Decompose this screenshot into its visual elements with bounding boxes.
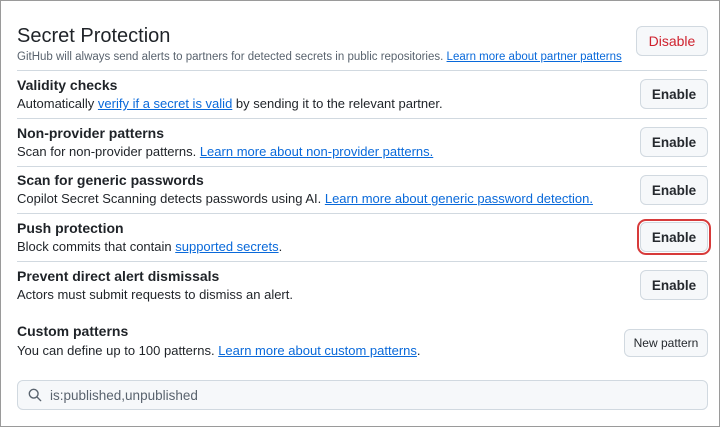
search-input[interactable] — [50, 387, 690, 403]
divider — [17, 261, 707, 262]
divider — [17, 70, 707, 71]
divider — [17, 118, 707, 119]
secret-protection-panel: Secret Protection GitHub will always sen… — [0, 0, 720, 427]
section-description-text: GitHub will always send alerts to partne… — [17, 51, 444, 63]
desc-text: You can define up to 100 patterns. — [17, 343, 219, 358]
desc-text: . — [278, 239, 283, 254]
divider — [17, 213, 707, 214]
divider — [17, 166, 707, 167]
desc-text: Block commits that contain — [17, 239, 176, 254]
desc-text: by sending it to the relevant partner. — [232, 96, 443, 111]
section-title: Secret Protection — [17, 25, 171, 47]
push-protection-enable-button[interactable]: Enable — [637, 219, 711, 255]
desc-text: Scan for non-provider patterns. — [17, 144, 200, 159]
custom-patterns-link[interactable]: Learn more about custom patterns — [218, 343, 417, 358]
pattern-search-box[interactable] — [17, 380, 708, 410]
generic-password-detection-link[interactable]: Learn more about generic password detect… — [325, 191, 593, 206]
push-protection-title: Push protection — [17, 220, 124, 236]
generic-passwords-description: Copilot Secret Scanning detects password… — [17, 191, 593, 206]
non-provider-patterns-enable-button[interactable]: Enable — [640, 127, 708, 157]
validity-checks-title: Validity checks — [17, 77, 118, 93]
new-pattern-button[interactable]: New pattern — [624, 329, 708, 357]
search-icon — [28, 388, 42, 402]
validity-checks-description: Automatically verify if a secret is vali… — [17, 96, 443, 111]
disable-button[interactable]: Disable — [636, 26, 708, 56]
non-provider-patterns-link[interactable]: Learn more about non-provider patterns. — [200, 144, 433, 159]
verify-secret-link[interactable]: verify if a secret is valid — [98, 96, 232, 111]
push-protection-description: Block commits that contain supported sec… — [17, 239, 282, 254]
custom-patterns-title: Custom patterns — [17, 323, 129, 339]
prevent-dismissals-enable-button[interactable]: Enable — [640, 270, 708, 300]
desc-text: . — [416, 343, 421, 358]
supported-secrets-link[interactable]: supported secrets — [175, 239, 278, 254]
prevent-dismissals-description: Actors must submit requests to dismiss a… — [17, 287, 293, 302]
generic-passwords-title: Scan for generic passwords — [17, 172, 204, 188]
partner-patterns-link[interactable]: Learn more about partner patterns — [447, 51, 622, 63]
non-provider-patterns-description: Scan for non-provider patterns. Learn mo… — [17, 144, 433, 159]
generic-passwords-enable-button[interactable]: Enable — [640, 175, 708, 205]
prevent-dismissals-title: Prevent direct alert dismissals — [17, 268, 220, 284]
section-description: GitHub will always send alerts to partne… — [17, 51, 622, 63]
custom-patterns-description: You can define up to 100 patterns. Learn… — [17, 343, 421, 358]
non-provider-patterns-title: Non-provider patterns — [17, 125, 165, 141]
desc-text: Copilot Secret Scanning detects password… — [17, 191, 325, 206]
validity-checks-enable-button[interactable]: Enable — [640, 79, 708, 109]
desc-text: Automatically — [17, 96, 98, 111]
